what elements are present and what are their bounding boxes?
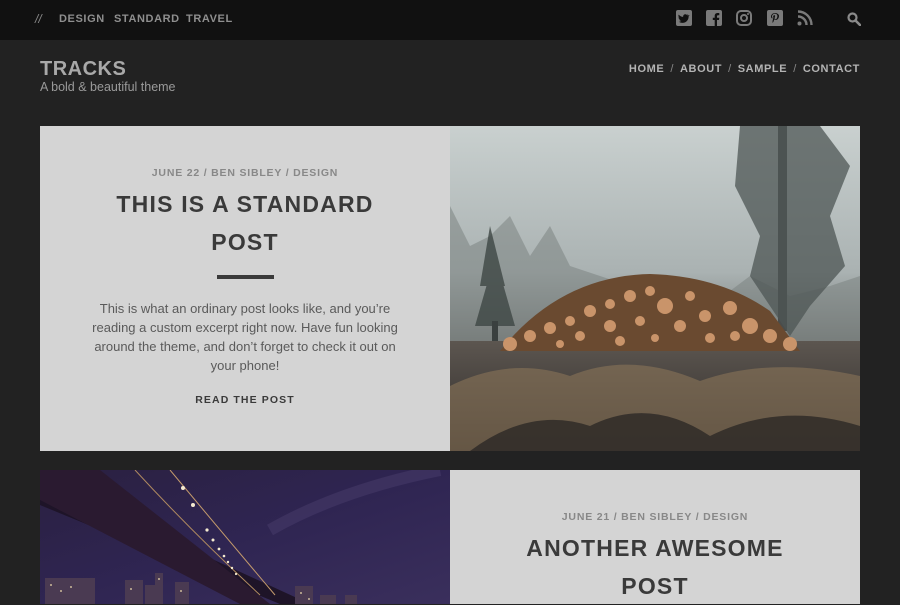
category-link-standard[interactable]: STANDARD: [114, 13, 180, 25]
main-navigation: HOME / ABOUT / SAMPLE / CONTACT: [629, 63, 860, 75]
nav-item-sample[interactable]: SAMPLE: [738, 63, 787, 75]
post-featured-image[interactable]: [450, 126, 860, 451]
nav-separator: /: [793, 63, 797, 75]
excerpt-line: This is what an ordinary post looks like…: [99, 301, 391, 316]
read-the-post-link[interactable]: READ THE POST: [40, 394, 450, 406]
post-excerpt: This is what an ordinary post looks like…: [40, 299, 450, 375]
topbar-slashes: //: [35, 12, 42, 26]
title-divider: [216, 275, 274, 279]
post-card: JUNE 21 / BEN SIBLEY / DESIGN ANOTHER AW…: [40, 470, 860, 604]
nav-separator: /: [728, 63, 732, 75]
post-featured-image[interactable]: [40, 470, 450, 604]
post-title[interactable]: THIS IS A STANDARD POST: [40, 185, 450, 261]
twitter-icon[interactable]: [676, 10, 692, 26]
post-card: JUNE 22 / BEN SIBLEY / DESIGN THIS IS A …: [40, 126, 860, 451]
post-title-line[interactable]: THIS IS A STANDARD: [40, 185, 450, 223]
pinterest-icon[interactable]: [767, 10, 783, 26]
category-link-design[interactable]: DESIGN: [59, 13, 105, 25]
post-meta: JUNE 22 / BEN SIBLEY / DESIGN: [151, 167, 339, 179]
post-content-panel: JUNE 22 / BEN SIBLEY / DESIGN THIS IS A …: [40, 126, 450, 451]
site-tagline: A bold & beautiful theme: [40, 80, 176, 94]
nav-item-about[interactable]: ABOUT: [680, 63, 722, 75]
post-title[interactable]: ANOTHER AWESOME POST: [450, 529, 860, 605]
post-title-line[interactable]: ANOTHER AWESOME: [450, 529, 860, 567]
post-content-panel: JUNE 21 / BEN SIBLEY / DESIGN ANOTHER AW…: [450, 470, 860, 604]
excerpt-line: around the theme, and don’t forget to ch…: [94, 339, 396, 354]
nav-item-contact[interactable]: CONTACT: [803, 63, 860, 75]
post-title-line[interactable]: POST: [450, 567, 860, 605]
excerpt-line: reading a custom excerpt right now. Have…: [92, 320, 398, 335]
nav-separator: /: [670, 63, 674, 75]
nav-item-home[interactable]: HOME: [629, 63, 664, 75]
post-meta: JUNE 21 / BEN SIBLEY / DESIGN: [561, 511, 749, 523]
rss-icon[interactable]: [797, 10, 813, 26]
post-title-line[interactable]: POST: [40, 223, 450, 261]
site-title[interactable]: TRACKS: [40, 58, 126, 81]
instagram-icon[interactable]: [736, 10, 752, 26]
top-bar: // DESIGN STANDARD TRAVEL: [0, 0, 900, 40]
facebook-icon[interactable]: [706, 10, 722, 26]
excerpt-line: your phone!: [210, 358, 280, 373]
search-icon[interactable]: [847, 12, 861, 26]
category-link-travel[interactable]: TRAVEL: [186, 13, 233, 25]
